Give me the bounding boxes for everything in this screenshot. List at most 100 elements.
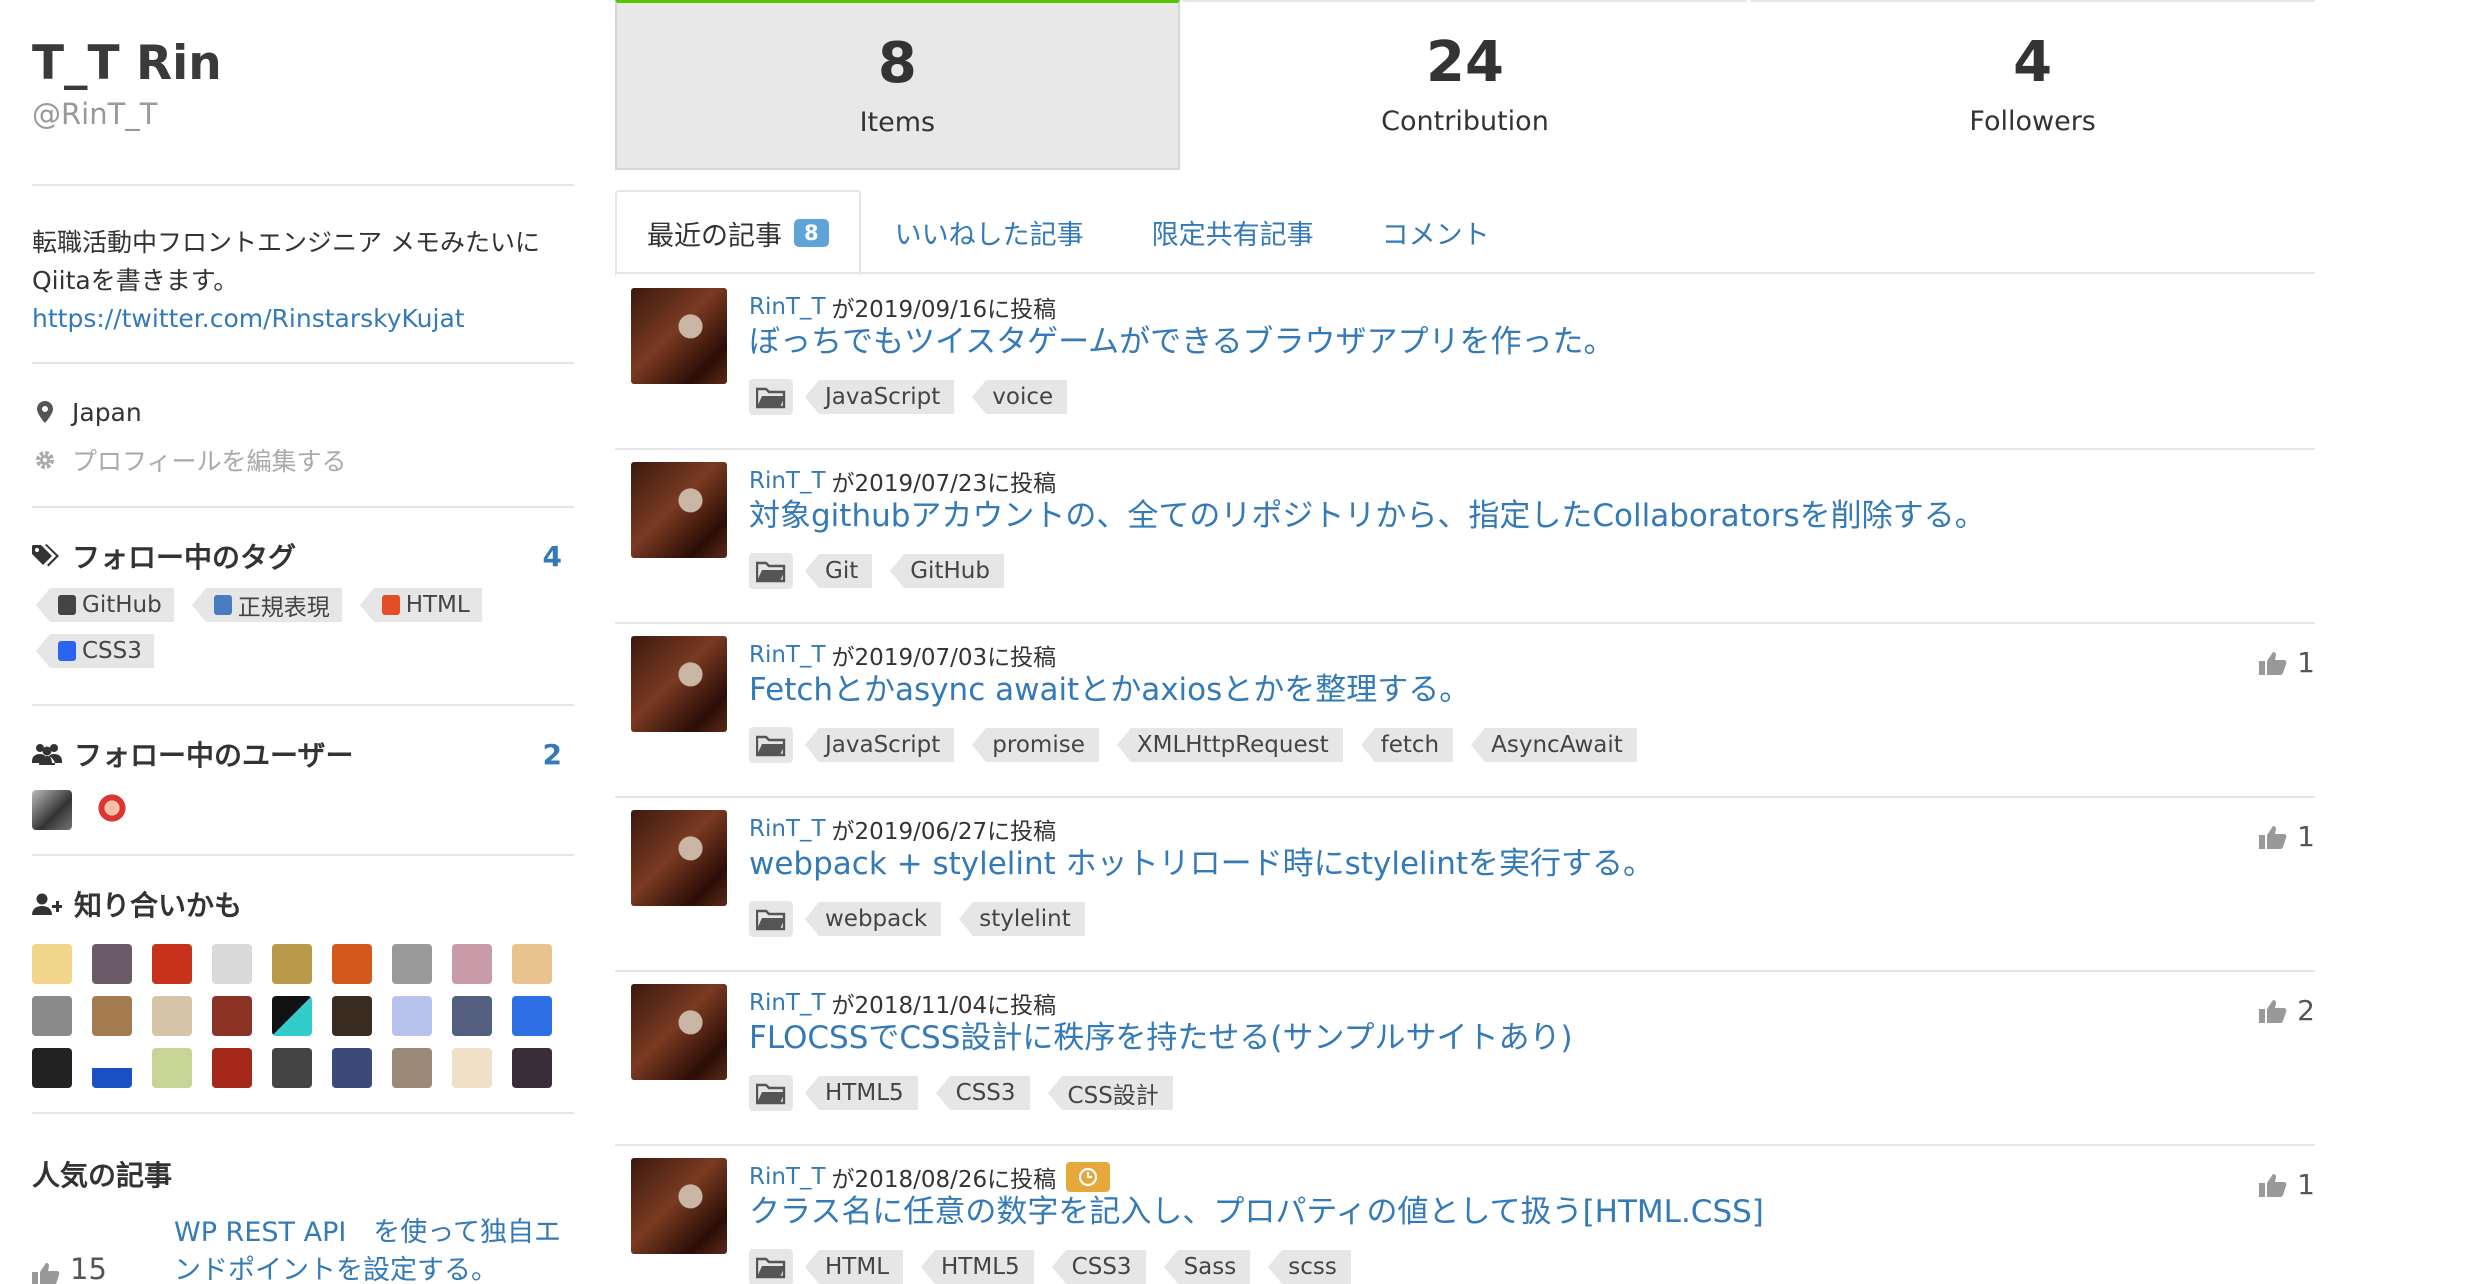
popular-article-link[interactable]: WP REST API を使って独自エンドポイントを設定する。 [174, 1214, 574, 1284]
avatar[interactable] [272, 944, 312, 984]
tag-chip[interactable]: voice [972, 380, 1068, 414]
avatar[interactable] [92, 1048, 132, 1088]
author-link[interactable]: RinT_T [749, 642, 826, 668]
tag-list: webpack stylelint [749, 901, 1111, 937]
avatar[interactable] [92, 996, 132, 1036]
article-title[interactable]: webpack + stylelint ホットリロード時にstylelintを実… [749, 842, 1654, 886]
avatar[interactable] [452, 1048, 492, 1088]
tag-chip[interactable]: webpack [804, 902, 942, 936]
tag-chip[interactable]: fetch [1360, 728, 1454, 762]
tab-liked[interactable]: いいねした記事 [861, 190, 1118, 274]
avatar[interactable] [272, 1048, 312, 1088]
tags-icon [32, 544, 60, 568]
folder-icon [749, 379, 793, 415]
tag-chip[interactable]: scss [1268, 1250, 1351, 1284]
location-text: Japan [72, 397, 142, 427]
avatar[interactable] [152, 996, 192, 1036]
avatar[interactable] [92, 944, 132, 984]
avatar[interactable] [512, 944, 552, 984]
tag-chip[interactable]: CSS3 [935, 1076, 1030, 1110]
avatar[interactable] [92, 790, 132, 830]
avatar[interactable] [32, 996, 72, 1036]
tag-chip[interactable]: Git [804, 554, 873, 588]
article-title[interactable]: クラス名に任意の数字を記入し、プロパティの値として扱う[HTML.CSS] [749, 1190, 1764, 1234]
post-date: が2019/07/03に投稿 [831, 645, 1057, 671]
stat-value: 4 [2013, 30, 2053, 95]
tag-chip[interactable]: AsyncAwait [1471, 728, 1637, 762]
avatar[interactable] [212, 944, 252, 984]
avatar[interactable] [631, 1158, 727, 1254]
tag-chip[interactable]: HTML5 [805, 1076, 918, 1110]
author-link[interactable]: RinT_T [749, 990, 826, 1016]
followed-users-count[interactable]: 2 [543, 738, 562, 771]
thumbs-up-icon [2259, 825, 2287, 849]
post-date: が2019/07/23に投稿 [831, 471, 1057, 497]
article-title[interactable]: 対象githubアカウントの、全てのリポジトリから、指定したCollaborat… [749, 494, 1986, 538]
post-date: が2019/06/27に投稿 [831, 819, 1057, 845]
bio-line: Qiitaを書きます。 [32, 266, 239, 295]
avatar[interactable] [272, 996, 312, 1036]
author-link[interactable]: RinT_T [749, 294, 826, 320]
followed-users-title: フォロー中のユーザー [74, 739, 354, 772]
avatar[interactable] [152, 1048, 192, 1088]
tag-html[interactable]: HTML [359, 588, 482, 622]
stat-items[interactable]: 8 Items [615, 0, 1180, 170]
tag-chip[interactable]: JavaScript [804, 728, 955, 762]
followed-tags-count[interactable]: 4 [543, 540, 562, 573]
avatar[interactable] [631, 810, 727, 906]
tag-regex[interactable]: 正規表現 [191, 588, 342, 622]
tag-chip[interactable]: CSS設計 [1047, 1076, 1173, 1110]
avatar[interactable] [452, 944, 492, 984]
avatar[interactable] [392, 1048, 432, 1088]
tab-comments[interactable]: コメント [1348, 190, 1524, 274]
article-title[interactable]: Fetchとかasync awaitとかaxiosとかを整理する。 [749, 668, 1470, 712]
avatar[interactable] [212, 1048, 252, 1088]
avatar[interactable] [452, 996, 492, 1036]
tag-chip[interactable]: XMLHttpRequest [1116, 728, 1343, 762]
tag-chip[interactable]: JavaScript [804, 380, 955, 414]
tag-css3[interactable]: CSS3 [36, 634, 154, 668]
avatar[interactable] [631, 984, 727, 1080]
avatar[interactable] [32, 790, 72, 830]
user-name: T_T Rin [32, 36, 222, 91]
avatar[interactable] [631, 288, 727, 384]
tag-chip[interactable]: CSS3 [1051, 1250, 1146, 1284]
post-date: が2019/09/16に投稿 [831, 297, 1057, 323]
article-title[interactable]: ぼっちでもツイスタゲームができるブラウザアプリを作った。 [749, 320, 1615, 364]
avatar[interactable] [332, 996, 372, 1036]
avatar[interactable] [32, 1048, 72, 1088]
tag-chip[interactable]: stylelint [959, 902, 1085, 936]
avatar[interactable] [631, 636, 727, 732]
author-link[interactable]: RinT_T [749, 816, 826, 842]
tag-chip[interactable]: GitHub [890, 554, 1004, 588]
tag-chip[interactable]: HTML5 [921, 1250, 1034, 1284]
suggested-users-title: 知り合いかも [74, 889, 243, 922]
tag-chip[interactable]: Sass [1163, 1250, 1251, 1284]
html5-icon [381, 595, 400, 615]
avatar[interactable] [631, 462, 727, 558]
tab-limited[interactable]: 限定共有記事 [1118, 190, 1348, 274]
stat-contribution[interactable]: 24 Contribution [1182, 0, 1748, 170]
avatar[interactable] [512, 1048, 552, 1088]
tab-recent[interactable]: 最近の記事 8 [615, 190, 861, 276]
list-item: RinT_T が2018/11/04に投稿 FLOCSSでCSS設計に秩序を持たせ… [615, 972, 2315, 1146]
author-link[interactable]: RinT_T [749, 468, 826, 494]
stat-followers[interactable]: 4 Followers [1750, 0, 2315, 170]
profile-link[interactable]: https://twitter.com/RinstarskyKujat [32, 300, 574, 338]
article-title[interactable]: FLOCSSでCSS設計に秩序を持たせる(サンプルサイトあり) [749, 1016, 1573, 1060]
avatar[interactable] [332, 944, 372, 984]
avatar[interactable] [512, 996, 552, 1036]
tag-chip[interactable]: HTML [804, 1250, 904, 1284]
avatar[interactable] [332, 1048, 372, 1088]
author-link[interactable]: RinT_T [749, 1164, 826, 1190]
tag-github[interactable]: GitHub [36, 588, 174, 622]
avatar[interactable] [392, 944, 432, 984]
avatar[interactable] [212, 996, 252, 1036]
avatar[interactable] [392, 996, 432, 1036]
edit-profile-link[interactable]: プロフィールを編集する [72, 442, 347, 478]
tag-chip[interactable]: promise [972, 728, 1099, 762]
avatar[interactable] [152, 944, 192, 984]
edit-profile-row[interactable]: プロフィールを編集する [32, 436, 574, 484]
css3-icon [58, 641, 76, 661]
avatar[interactable] [32, 944, 72, 984]
